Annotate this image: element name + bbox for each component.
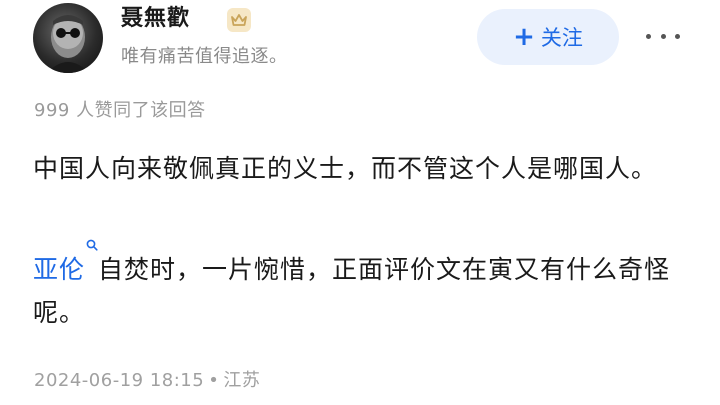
follow-button[interactable]: + 关注 <box>477 9 619 65</box>
answer-paragraph-2: 亚伦 自焚时，一片惋惜，正面评价文在寅又有什么奇怪呢。 <box>33 239 693 334</box>
meta-separator: • <box>208 370 220 391</box>
avatar[interactable] <box>33 3 103 73</box>
post-meta: 2024-06-19 18:15 • 江苏 <box>34 370 260 392</box>
author-bio: 唯有痛苦值得追逐。 <box>121 46 288 67</box>
author-name[interactable]: 聂無歡 <box>121 6 190 32</box>
answer-paragraph-1: 中国人向来敬佩真正的义士，而不管这个人是哪国人。 <box>33 154 658 183</box>
paragraph-2-text: 自焚时，一片惋惜，正面评价文在寅又有什么奇怪呢。 <box>33 255 671 327</box>
avatar-icon <box>47 15 89 73</box>
answer-card: 聂無歡 唯有痛苦值得追逐。 + 关注 999 人赞同了该回答 中国人向来敬佩真正… <box>0 0 720 405</box>
dot <box>660 33 666 39</box>
dot <box>675 33 680 39</box>
post-date: 2024-06-19 18:15 <box>34 370 205 391</box>
dot <box>646 33 651 39</box>
search-icon[interactable] <box>86 239 98 273</box>
more-icon[interactable] <box>646 26 680 46</box>
post-location: 江苏 <box>223 370 261 391</box>
crown-icon <box>227 8 251 32</box>
keyword-link[interactable]: 亚伦 <box>33 255 85 284</box>
plus-icon: + <box>513 22 535 52</box>
likes-count: 999 人赞同了该回答 <box>34 100 206 121</box>
follow-label: 关注 <box>540 26 583 50</box>
